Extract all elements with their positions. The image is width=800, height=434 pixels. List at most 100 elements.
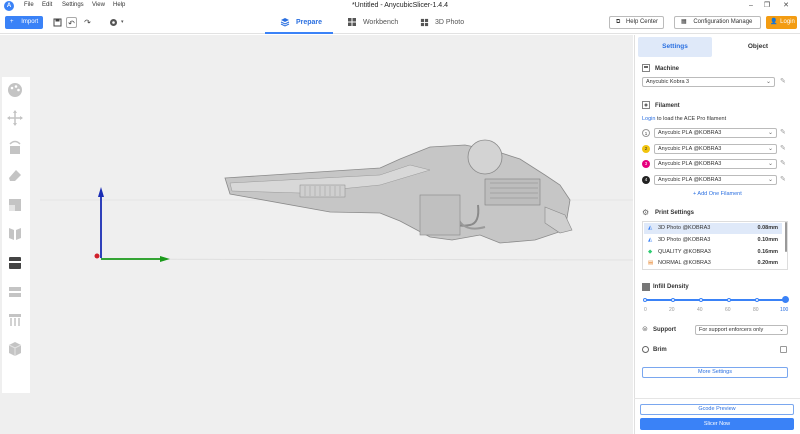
tab-prepare[interactable]: Prepare: [280, 14, 322, 33]
filament-slot-4-badge[interactable]: 4: [642, 176, 650, 184]
slider-tick-label: 0: [644, 307, 647, 313]
brim-title: Brim: [653, 347, 667, 353]
gear-icon: ⚙: [642, 208, 650, 217]
camera-view-icon[interactable]: [108, 17, 119, 28]
infill-slider-track[interactable]: [644, 299, 786, 301]
brim-icon: [642, 346, 649, 353]
slider-tick-label-selected: 100: [780, 307, 789, 313]
box-icon[interactable]: [7, 341, 23, 357]
restore-icon[interactable]: ❐: [760, 1, 774, 11]
minimize-icon[interactable]: –: [744, 1, 758, 11]
scene-canvas[interactable]: [0, 35, 633, 434]
list-scrollbar[interactable]: [785, 222, 787, 252]
login-button[interactable]: 👤 Login: [766, 16, 797, 29]
print-profile-name: NORMAL @KOBRA3: [658, 260, 711, 266]
slider-tick: [671, 298, 675, 302]
tab-prepare-label: Prepare: [295, 19, 323, 26]
support-select[interactable]: For support enforcers only ⌄: [695, 325, 788, 335]
support-paint-icon[interactable]: [7, 312, 23, 328]
tab-3d-photo-label: 3D Photo: [434, 19, 465, 26]
print-profile-row[interactable]: ▤ NORMAL @KOBRA3 0.20mm: [644, 258, 782, 269]
edit-filament-3-icon[interactable]: ✎: [780, 159, 786, 167]
infill-icon: [642, 283, 650, 291]
ace-login-message: to load the ACE Pro filament: [657, 116, 727, 122]
active-tab-indicator: [265, 32, 333, 34]
x-axis-arrow: [160, 256, 170, 262]
mirror-icon[interactable]: [7, 226, 23, 242]
tab-workbench-label: Workbench: [362, 19, 399, 26]
layers-icon: [280, 18, 290, 27]
slider-tick: [727, 298, 731, 302]
move-icon[interactable]: [7, 110, 23, 126]
cut-icon[interactable]: [7, 255, 23, 271]
ace-login-link[interactable]: Login: [642, 116, 655, 122]
rotate-icon[interactable]: [7, 139, 23, 155]
close-icon[interactable]: ✕: [776, 1, 796, 11]
machine-select-value: Anycubic Kobra 3: [646, 79, 690, 85]
filament-slot-2-select[interactable]: Anycubic PLA @KOBRA3 ⌄: [654, 144, 777, 154]
print-settings-title: Print Settings: [655, 210, 695, 216]
gcode-preview-button[interactable]: Gcode Preview: [640, 404, 794, 415]
edit-machine-icon[interactable]: ✎: [780, 77, 786, 85]
tab-settings[interactable]: Settings: [638, 37, 712, 57]
3d-viewport[interactable]: [0, 35, 633, 434]
slider-tick-label: 20: [669, 307, 675, 313]
split-icon[interactable]: [7, 284, 23, 300]
filament-slot-1-value: Anycubic PLA @KOBRA3: [658, 130, 722, 136]
print-profile-row[interactable]: ◭ 3D Photo @KOBRA3 0.10mm: [644, 235, 782, 246]
palette-icon[interactable]: [7, 82, 23, 98]
slider-tick: [643, 298, 647, 302]
add-filament-button[interactable]: + Add One Filament: [693, 191, 742, 197]
3d-model[interactable]: [224, 139, 573, 244]
filament-slot-3-badge[interactable]: 3: [642, 160, 650, 168]
slider-tick-label: 40: [697, 307, 703, 313]
edit-filament-2-icon[interactable]: ✎: [780, 144, 786, 152]
chevron-down-icon[interactable]: ▾: [121, 19, 124, 25]
profile-icon: ◭: [648, 225, 653, 231]
filament-slot-1-badge[interactable]: 1: [642, 129, 650, 137]
machine-select[interactable]: Anycubic Kobra 3 ⌄: [642, 77, 775, 87]
profile-icon: ◭: [648, 237, 653, 243]
y-axis-origin: [94, 253, 100, 259]
print-profile-row[interactable]: ◆ QUALITY @KOBRA3 0.16mm: [644, 247, 782, 258]
brim-checkbox[interactable]: [780, 346, 787, 353]
save-icon[interactable]: [52, 17, 63, 28]
edit-filament-1-icon[interactable]: ✎: [780, 128, 786, 136]
grid-small-icon: [420, 18, 429, 26]
window-title: *Untitled - AnycubicSlicer-1.4.4: [351, 2, 449, 9]
slice-now-button[interactable]: Slicer Now: [640, 418, 794, 430]
redo-icon[interactable]: ↷: [82, 17, 93, 28]
filament-slot-1-select[interactable]: Anycubic PLA @KOBRA3 ⌄: [654, 128, 777, 138]
configuration-manage-button[interactable]: ▦ Configuration Manage: [674, 16, 761, 29]
ace-login-text: Login to load the ACE Pro filament: [642, 116, 726, 122]
chevron-down-icon: ⌄: [765, 79, 771, 85]
filament-slot-4-value: Anycubic PLA @KOBRA3: [658, 177, 722, 183]
config-grid-icon: ▦: [681, 19, 687, 25]
tab-workbench[interactable]: Workbench: [347, 14, 398, 33]
chevron-down-icon: ⌄: [767, 177, 773, 183]
login-label: Login: [780, 19, 795, 25]
filament-slot-3-select[interactable]: Anycubic PLA @KOBRA3 ⌄: [654, 159, 777, 169]
filament-slot-2-value: Anycubic PLA @KOBRA3: [658, 146, 722, 152]
print-profile-row[interactable]: ◭ 3D Photo @KOBRA3 0.08mm: [644, 223, 782, 234]
filament-slot-4-select[interactable]: Anycubic PLA @KOBRA3 ⌄: [654, 175, 777, 185]
help-center-button[interactable]: ⧉ Help Center: [609, 16, 664, 29]
tab-3d-photo[interactable]: 3D Photo: [420, 14, 464, 33]
filament-slot-2-badge[interactable]: 2: [642, 145, 650, 153]
slider-tick: [699, 298, 703, 302]
print-profile-value: 0.16mm: [757, 249, 779, 255]
print-profile-name: 3D Photo @KOBRA3: [658, 225, 711, 231]
filament-title: Filament: [655, 103, 680, 109]
filament-slot-3-value: Anycubic PLA @KOBRA3: [658, 161, 722, 167]
slider-tick-label: 80: [753, 307, 759, 313]
bed-grid-line: [99, 258, 633, 261]
more-settings-button[interactable]: More Settings: [642, 367, 788, 378]
tab-object[interactable]: Object: [722, 37, 794, 57]
edit-filament-4-icon[interactable]: ✎: [780, 175, 786, 183]
import-button[interactable]: + Import: [5, 16, 43, 29]
undo-icon[interactable]: ↶: [66, 17, 77, 28]
infill-slider-handle[interactable]: [782, 296, 789, 303]
import-label: Import: [21, 19, 39, 25]
scale-icon[interactable]: [7, 197, 23, 213]
eraser-icon[interactable]: [7, 167, 23, 183]
